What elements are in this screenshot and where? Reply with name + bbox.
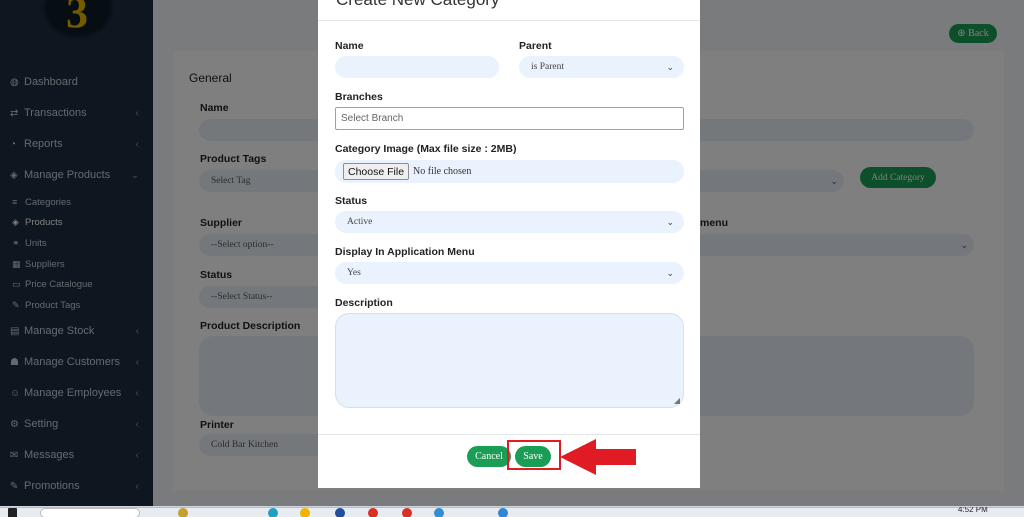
- chevron-down-icon: ⌄: [666, 216, 674, 227]
- display-menu-label: Display In Application Menu: [335, 246, 475, 258]
- parent-select[interactable]: is Parent ⌄: [519, 56, 684, 78]
- modal-footer-divider: [318, 434, 700, 435]
- chevron-down-icon: ⌄: [666, 267, 674, 278]
- taskbar-search-box[interactable]: [40, 508, 140, 517]
- display-menu-value: Yes: [347, 268, 361, 278]
- category-status-value: Active: [347, 217, 373, 227]
- taskbar-app-icon[interactable]: [178, 508, 188, 517]
- category-image-field: Choose File No file chosen: [335, 160, 684, 183]
- chevron-down-icon: ⌄: [666, 61, 674, 72]
- browser-icon[interactable]: [368, 508, 378, 517]
- pointer-arrow-icon: [560, 439, 636, 475]
- taskbar-app-icon[interactable]: [268, 508, 278, 517]
- folder-icon[interactable]: [300, 508, 310, 517]
- create-category-modal: Create New Category Name Parent is Paren…: [318, 0, 700, 488]
- modal-header-divider: [318, 20, 700, 21]
- parent-label: Parent: [519, 40, 552, 52]
- parent-value: is Parent: [531, 62, 564, 72]
- branches-label: Branches: [335, 91, 383, 103]
- browser-icon[interactable]: [402, 508, 412, 517]
- description-label: Description: [335, 297, 393, 309]
- modal-title: Create New Category: [336, 0, 499, 10]
- taskbar-app-icon[interactable]: [434, 508, 444, 517]
- category-name-label: Name: [335, 40, 364, 52]
- branches-placeholder: Select Branch: [341, 113, 404, 124]
- display-menu-select[interactable]: Yes ⌄: [335, 262, 684, 284]
- category-status-select[interactable]: Active ⌄: [335, 211, 684, 233]
- category-status-label: Status: [335, 195, 368, 207]
- taskbar-app-icon[interactable]: [335, 508, 345, 517]
- branches-select[interactable]: Select Branch: [335, 107, 684, 130]
- resize-handle-icon[interactable]: ◢: [674, 396, 680, 405]
- taskbar-app-icon[interactable]: [498, 508, 508, 517]
- description-textarea[interactable]: ◢: [335, 313, 684, 408]
- start-icon[interactable]: [8, 508, 17, 517]
- no-file-text: No file chosen: [413, 166, 472, 177]
- category-name-input[interactable]: [335, 56, 499, 78]
- cancel-button[interactable]: Cancel: [467, 446, 511, 467]
- choose-file-button[interactable]: Choose File: [343, 163, 410, 180]
- taskbar-top-border: [0, 507, 1024, 508]
- save-highlight-box: [507, 440, 561, 470]
- taskbar: 4:52 PM: [0, 506, 1024, 517]
- system-clock[interactable]: 4:52 PM: [958, 507, 988, 514]
- category-image-label: Category Image (Max file size : 2MB): [335, 143, 517, 155]
